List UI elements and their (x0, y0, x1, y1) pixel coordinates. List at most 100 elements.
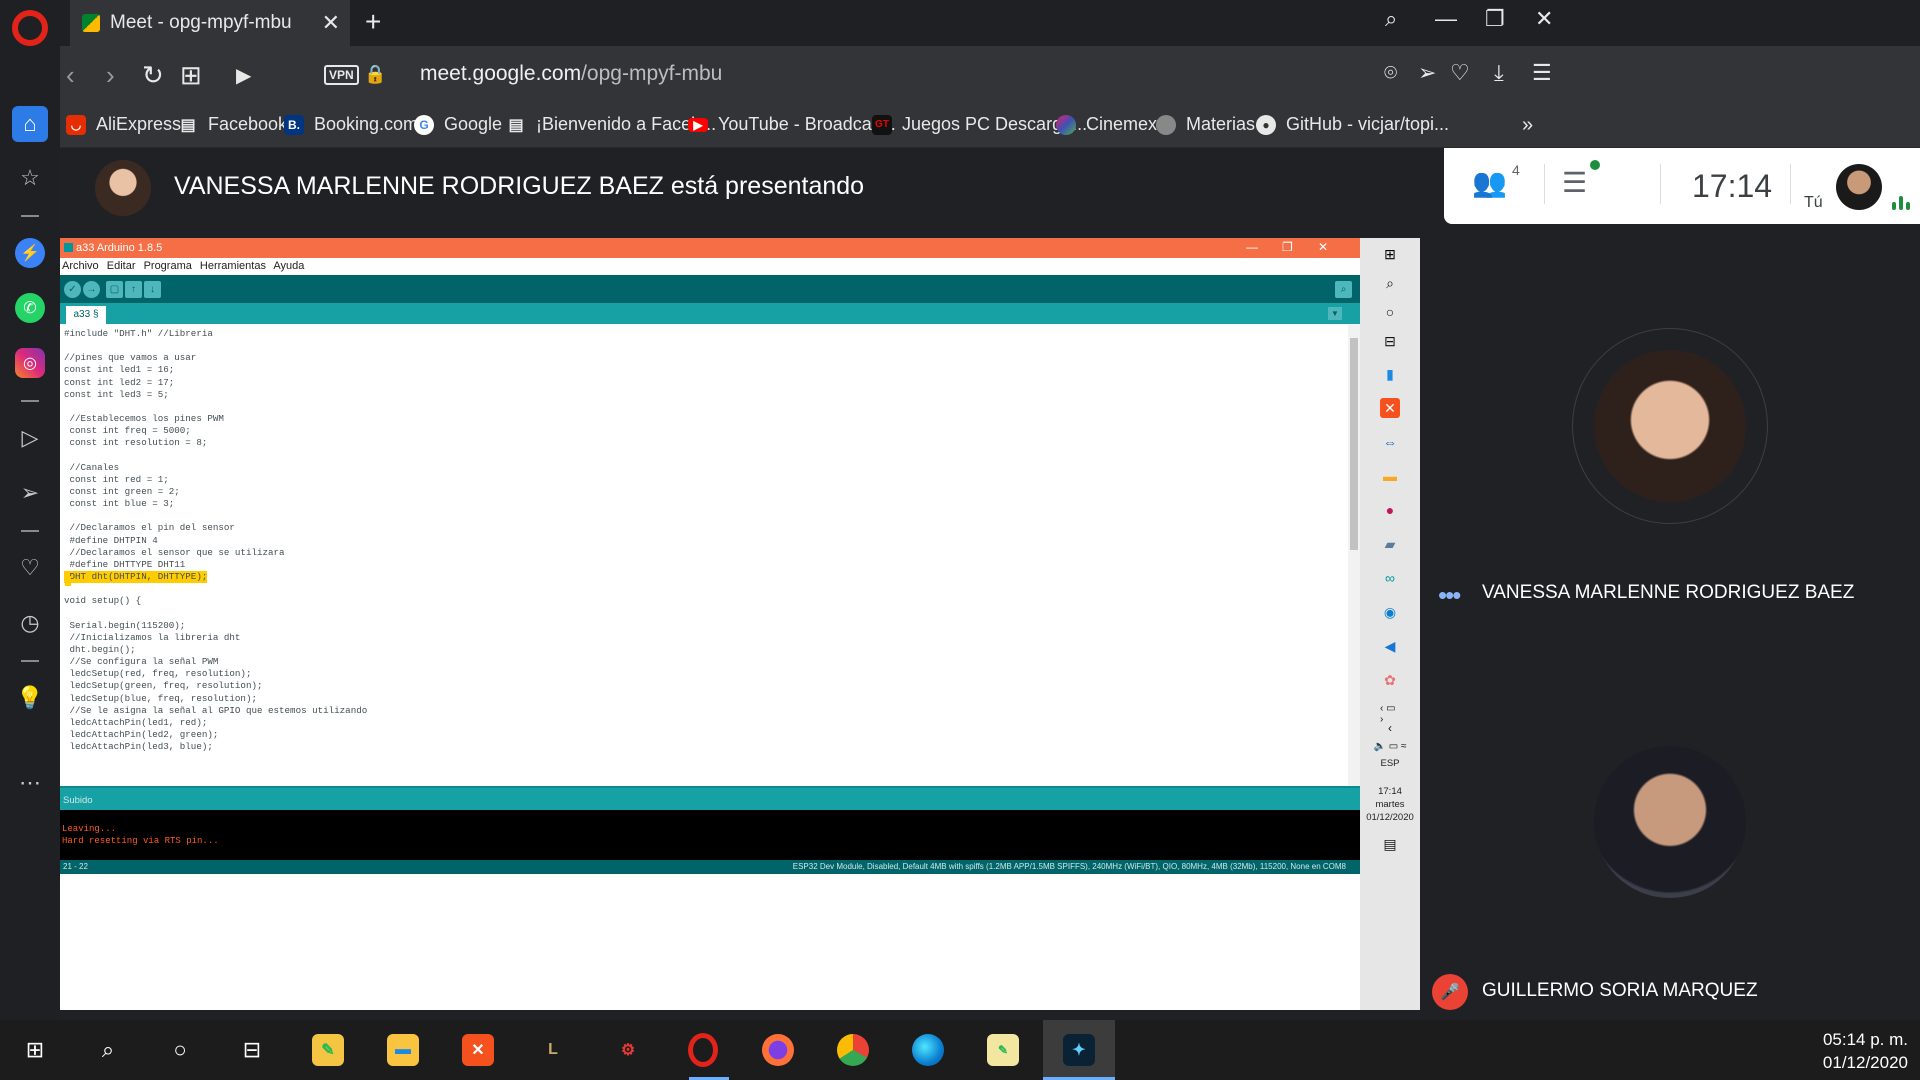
code-line: ledcAttachPin(led3, blue); (64, 741, 213, 753)
bookmark-materias[interactable]: Materias (1156, 114, 1255, 135)
code-line: //Declaramos el sensor que se utilizara (64, 546, 285, 558)
whatsapp-icon[interactable]: ✆ (15, 293, 45, 323)
messenger-icon[interactable]: ⚡ (15, 238, 45, 268)
task-view-icon[interactable]: ⊟ (232, 1030, 272, 1070)
open-sketch-icon[interactable]: ↑ (125, 281, 142, 298)
game-icon[interactable]: ⚙ (608, 1030, 648, 1070)
arduino-restore-icon[interactable]: ❐ (1282, 240, 1293, 254)
toolbar-divider (1660, 164, 1661, 204)
google-icon: G (414, 114, 434, 135)
history-icon[interactable]: ◷ (12, 605, 48, 641)
opera-logo-icon[interactable] (12, 10, 48, 46)
more-icon[interactable]: ⋯ (12, 765, 48, 801)
address-bar: ‹ › ↻ ⊞ ▶ VPN 🔒 meet.google.com/opg-mpyf… (60, 46, 1920, 106)
self-avatar[interactable] (1836, 164, 1882, 210)
bookmark-bienvenido[interactable]: ▤ ¡Bienvenido a Faceb... (506, 114, 716, 135)
more-options-icon[interactable]: ••• (1438, 580, 1461, 611)
bookmark-github[interactable]: ● GitHub - vicjar/topi... (1256, 114, 1449, 135)
code-line: ledcSetup(blue, freq, resolution); (64, 692, 257, 704)
bookmark-booking[interactable]: B. Booking.com (284, 114, 418, 135)
favorite-icon[interactable]: ♡ (1450, 60, 1470, 86)
tab-meet[interactable]: Meet - opg-mpyf-mbu ✕ (70, 0, 350, 46)
forward-icon[interactable]: › (106, 60, 115, 91)
reload-icon[interactable]: ↻ (142, 60, 164, 91)
bookmark-juegos[interactable]: GT Juegos PC Descarga... (872, 114, 1087, 135)
opera-icon[interactable] (683, 1030, 723, 1070)
shared-clock-date: 01/12/2020 (1366, 812, 1414, 823)
snapshot-icon[interactable]: ⌾ (1384, 60, 1397, 86)
tab-menu-icon[interactable]: ▼ (1328, 307, 1342, 320)
edge-icon: ◉ (1383, 603, 1397, 620)
url-field[interactable]: meet.google.com/opg-mpyf-mbu (420, 62, 722, 86)
participants-icon[interactable]: 👥 (1472, 166, 1507, 199)
back-icon[interactable]: ‹ (66, 60, 75, 91)
edge-icon[interactable] (908, 1030, 948, 1070)
search-tabs-icon[interactable]: ⌕ (1385, 6, 1397, 32)
bookmark-youtube[interactable]: ▶ YouTube - Broadcas... (688, 114, 896, 135)
code-line: //Inicializamos la libreria dht (64, 631, 241, 643)
save-sketch-icon[interactable]: ↓ (144, 281, 161, 298)
scrollbar-thumb[interactable] (1350, 338, 1358, 550)
menu-programa[interactable]: Programa (144, 260, 192, 272)
send-icon[interactable]: ➢ (12, 475, 48, 511)
presenter-avatar (95, 160, 151, 216)
shared-vertical-taskbar: ⊞ ⌕ ○ ⊟ ▮ ✕ ⇔ ▬ ● ▰ ∞ ◉ ◀ ✿ ‹ ▭ › ‹ 🔈 ▭ … (1360, 238, 1420, 1010)
system-clock[interactable]: 05:14 p. m. 01/12/2020 (1823, 1028, 1908, 1074)
lock-icon[interactable]: 🔒 (364, 64, 386, 85)
flow-send-icon[interactable]: ➢ (1418, 60, 1436, 86)
menu-herramientas[interactable]: Herramientas (200, 260, 266, 272)
editor-scrollbar[interactable] (1348, 324, 1360, 786)
bookmark-label: Google (444, 114, 503, 134)
chat-notification-dot (1590, 160, 1600, 170)
new-sketch-icon[interactable]: ▢ (106, 281, 123, 298)
restore-icon[interactable]: ❐ (1485, 6, 1505, 32)
windows-start-icon[interactable]: ⊞ (15, 1030, 55, 1070)
search-icon[interactable]: ⌕ (88, 1030, 128, 1070)
tab-bar: Meet - opg-mpyf-mbu ✕ + ⌕ — ❐ ✕ (60, 0, 1920, 46)
lightbulb-icon[interactable]: 💡 (12, 680, 48, 716)
arduino-app-icon[interactable]: ✦ (1059, 1030, 1099, 1070)
upload-icon[interactable]: → (83, 281, 100, 298)
heart-icon[interactable]: ♡ (12, 550, 48, 586)
new-tab-icon[interactable]: + (365, 6, 381, 38)
star-icon[interactable]: ☆ (12, 160, 48, 196)
easy-setup-icon[interactable]: ☰ (1532, 60, 1552, 86)
code-editor[interactable]: #include "DHT.h" //Libreria //pines que v… (60, 324, 1348, 786)
bookmark-facebook[interactable]: ▤ Facebook (178, 114, 287, 135)
bookmark-google[interactable]: G Google (414, 114, 502, 135)
camera-icon[interactable]: ▶ (236, 63, 251, 88)
bookmark-cinemex[interactable]: Cinemex (1056, 114, 1157, 135)
menu-editar[interactable]: Editar (107, 260, 136, 272)
chat-icon[interactable]: ☰ (1562, 166, 1587, 199)
player-icon[interactable]: ▷ (12, 420, 48, 456)
xampp-icon[interactable]: ✕ (458, 1030, 498, 1070)
menu-archivo[interactable]: Archivo (62, 260, 99, 272)
arduino-taskbar-icon: ∞ (1385, 570, 1395, 586)
app-icon[interactable]: ✎ (983, 1030, 1023, 1070)
serial-monitor-icon[interactable]: ⌕ (1335, 281, 1352, 298)
more-bookmarks-icon[interactable]: » (1522, 114, 1533, 137)
menu-ayuda[interactable]: Ayuda (273, 260, 304, 272)
firefox-icon[interactable] (758, 1030, 798, 1070)
clock-time: 05:14 p. m. (1822, 1030, 1908, 1049)
verify-icon[interactable]: ✓ (64, 281, 81, 298)
close-window-icon[interactable]: ✕ (1535, 6, 1553, 32)
app-icon[interactable]: ✎ (308, 1030, 348, 1070)
download-icon[interactable]: ⤓ (1494, 60, 1504, 86)
home-icon[interactable]: ⌂ (12, 106, 48, 142)
close-tab-icon[interactable]: ✕ (322, 10, 340, 36)
speed-dial-icon[interactable]: ⊞ (180, 60, 202, 91)
cortana-icon[interactable]: ○ (160, 1030, 200, 1070)
file-explorer-icon[interactable]: ▬ (383, 1030, 423, 1070)
arduino-close-icon[interactable]: ✕ (1318, 240, 1328, 254)
arduino-menubar: Archivo Editar Programa Herramientas Ayu… (60, 258, 1360, 275)
league-icon[interactable]: L (533, 1030, 573, 1070)
bookmark-aliexpress[interactable]: ◡ AliExpress (66, 114, 181, 135)
sketch-tab[interactable]: a33 § (66, 306, 106, 324)
vpn-badge[interactable]: VPN (324, 65, 359, 85)
minimize-icon[interactable]: — (1435, 6, 1457, 32)
arduino-minimize-icon[interactable]: — (1246, 240, 1258, 254)
chrome-icon[interactable] (833, 1030, 873, 1070)
shared-clock-time: 17:14 (1378, 786, 1402, 797)
instagram-icon[interactable]: ◎ (15, 348, 45, 378)
